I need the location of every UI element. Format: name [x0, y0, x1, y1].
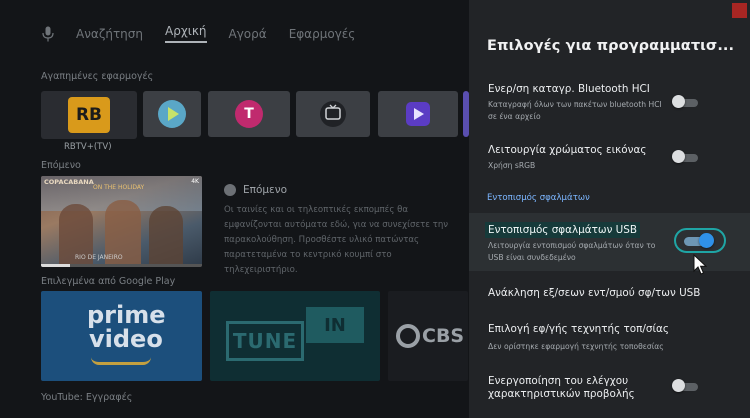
- app-tile-play[interactable]: [143, 91, 201, 137]
- setting-subtitle: Χρήση sRGB: [488, 161, 536, 170]
- next-title: Επόμενο: [243, 184, 288, 196]
- prime-video-tile[interactable]: prime video: [41, 291, 202, 381]
- nav-home[interactable]: Αρχική: [165, 24, 207, 43]
- app-tile-rbtv[interactable]: RB: [41, 91, 137, 139]
- thumbnail-caption: COPACABANA: [44, 178, 94, 186]
- setting-subtitle: Καταγραφή όλων των πακέτων bluetooth HCI…: [488, 100, 662, 121]
- developer-options-panel: Επιλογές για προγραμματισ... Ενερ/ση κατ…: [469, 0, 750, 418]
- app-tile-t[interactable]: T: [208, 91, 290, 137]
- rbtv-icon: RB: [68, 97, 110, 133]
- next-description: Οι ταινίες και οι τηλεοπτικές εκπομπές θ…: [224, 205, 449, 275]
- setting-title: Εντοπισμός σφαλμάτων USB: [485, 222, 641, 238]
- cbs-news-tile[interactable]: CBS N: [388, 291, 468, 381]
- setting-revoke-usb-authorizations[interactable]: Ανάκληση εξ/σεων εντ/σμού σφ/των USB: [469, 278, 750, 308]
- google-play-label: Επιλεγμένα από Google Play: [41, 276, 176, 287]
- play-icon: [158, 100, 186, 128]
- t-icon: T: [235, 100, 263, 128]
- panel-title: Επιλογές για προγραμματισ...: [487, 38, 735, 54]
- setting-title: Ανάκληση εξ/σεων εντ/σμού σφ/των USB: [488, 287, 701, 299]
- app-tile-label: RBTV+(TV): [64, 142, 112, 152]
- cbs-eye-icon: [396, 324, 420, 348]
- top-navigation: Αναζήτηση Αρχική Αγορά Εφαρμογές: [42, 24, 355, 43]
- nav-search[interactable]: Αναζήτηση: [76, 27, 143, 41]
- watch-progress-bar: [41, 264, 202, 267]
- category-debugging: Εντοπισμός σφαλμάτων: [487, 193, 590, 203]
- thumbnail-subcaption: ON THE HOLIDAY: [93, 184, 145, 191]
- toggle-switch[interactable]: [672, 379, 700, 392]
- setting-title: Ενεργοποίηση του ελέγχου χαρακτηριστικών…: [488, 375, 635, 400]
- tunein-logo-right: IN: [324, 314, 346, 336]
- toggle-switch[interactable]: [672, 150, 700, 163]
- setting-picture-color-mode[interactable]: Λειτουργία χρώματος εικόνας Χρήση sRGB: [469, 136, 750, 180]
- nav-shop[interactable]: Αγορά: [229, 27, 267, 41]
- setting-mock-location-app[interactable]: Επιλογή εφ/γής τεχνητής τοπ/σίας Δεν ορί…: [469, 314, 750, 358]
- setting-title: Ενερ/ση καταγρ. Bluetooth HCI: [488, 83, 650, 95]
- app-tile-video[interactable]: [378, 91, 458, 137]
- next-label: Επόμενο: [41, 160, 81, 171]
- next-thumbnail[interactable]: COPACABANA ON THE HOLIDAY 4K RIO DE JANE…: [41, 176, 202, 267]
- cbs-logo-text: CBS N: [422, 325, 468, 347]
- toggle-focus-ring[interactable]: [674, 228, 726, 253]
- tv-icon: [320, 101, 346, 127]
- setting-subtitle: Λειτουργία εντοπισμού σφαλμάτων όταν το …: [488, 241, 656, 262]
- setting-view-attribute-inspection[interactable]: Ενεργοποίηση του ελέγχου χαρακτηριστικών…: [469, 368, 750, 412]
- toggle-switch[interactable]: [672, 95, 700, 108]
- video-logo-text: video: [89, 325, 163, 353]
- app-tile-tv[interactable]: [296, 91, 370, 137]
- prime-smile-icon: [91, 357, 151, 365]
- setting-bluetooth-hci-log[interactable]: Ενερ/ση καταγρ. Bluetooth HCI Καταγραφή …: [469, 74, 750, 130]
- microphone-icon[interactable]: [42, 26, 54, 42]
- setting-title: Επιλογή εφ/γής τεχνητής τοπ/σίας: [488, 323, 669, 335]
- next-play-icon: [224, 184, 236, 196]
- favorites-label: Αγαπημένες εφαρμογές: [41, 71, 154, 82]
- nav-apps[interactable]: Εφαρμογές: [289, 27, 356, 41]
- thumbnail-location: RIO DE JANEIRO: [75, 254, 123, 261]
- setting-title: Λειτουργία χρώματος εικόνας: [488, 144, 647, 156]
- prime-logo-text: prime: [87, 301, 166, 329]
- setting-subtitle: Δεν ορίστηκε εφαρμογή τεχνητής τοποθεσία…: [488, 342, 664, 351]
- tunein-logo-left: TUNE: [232, 329, 298, 353]
- setting-usb-debugging[interactable]: Εντοπισμός σφαλμάτων USB Λειτουργία εντο…: [469, 213, 750, 271]
- toggle-switch-on[interactable]: [682, 233, 714, 248]
- youtube-label: YouTube: Εγγραφές: [41, 392, 133, 403]
- thumbnail-quality-badge: 4K: [191, 178, 199, 185]
- tunein-tile[interactable]: TUNE IN: [210, 291, 380, 381]
- record-indicator-icon: [732, 3, 747, 18]
- mouse-cursor-icon: [693, 254, 707, 275]
- video-icon: [406, 102, 430, 126]
